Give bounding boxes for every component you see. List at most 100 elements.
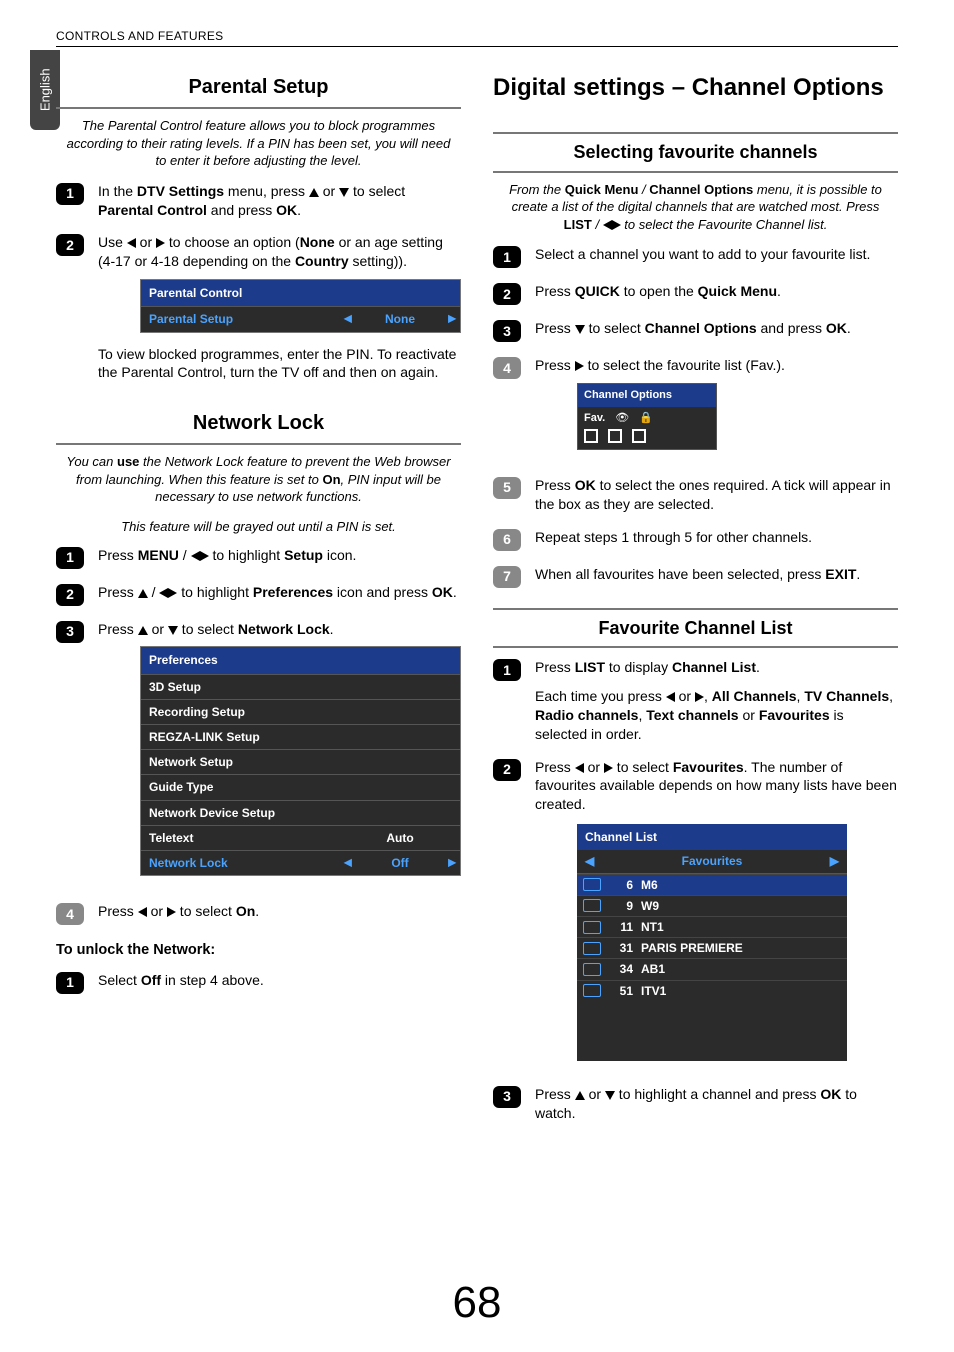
network-step-2: 2 Press / to highlight Preferences icon … [56,583,461,606]
osd-row-network-lock: Network Lock ◀ Off ▶ [141,850,460,875]
network-step-1: 1 Press MENU / to highlight Setup icon. [56,546,461,569]
up-icon [138,626,148,635]
step-badge-5: 5 [493,477,521,499]
list-step-1: 1 Press LIST to display Channel List. Ea… [493,658,898,744]
step-badge-3: 3 [56,621,84,643]
osd-preferences: Preferences 3D Setup Recording Setup REG… [140,646,461,876]
tv-icon [583,878,601,891]
left-icon [191,551,200,561]
fav-step-1: 1 Select a channel you want to add to yo… [493,245,898,268]
left-icon [666,692,675,702]
step-badge-3: 3 [493,320,521,342]
channel-row: 9W9 [577,895,847,916]
step-badge-2: 2 [56,234,84,256]
down-icon [605,1091,615,1100]
up-icon [575,1091,585,1100]
channel-row: 34AB1 [577,958,847,979]
step-badge-1: 1 [56,972,84,994]
osd-row: Network Device Setup [141,800,460,825]
osd-title: Preferences [141,647,460,673]
right-icon [575,361,584,371]
step-badge-4: 4 [56,903,84,925]
eye-icon: 👁 [615,411,629,426]
arrow-left-icon: ◀ [344,856,352,870]
down-icon [575,325,585,334]
up-icon [138,589,148,598]
down-icon [168,626,178,635]
parental-intro: The Parental Control feature allows you … [60,117,457,170]
right-icon [200,551,209,561]
step-badge-6: 6 [493,529,521,551]
osd-row-parental-setup: Parental Setup ◀ None ▶ [141,306,460,331]
heading-network-lock: Network Lock [56,396,461,445]
arrow-left-icon: ◀ [344,313,352,327]
network-step-4: 4 Press or to select On. [56,902,461,925]
checkbox-icon [584,429,598,443]
osd-channel-list: Channel List ◀ Favourites ▶ 6M6 9W9 11NT… [577,824,847,1061]
list-step-1-note: Each time you press or , All Channels, T… [535,687,898,744]
fav-label: Fav. [584,411,605,426]
right-icon [168,588,177,598]
osd-channel-options: Channel Options Fav. 👁 🔒 [577,383,717,450]
step-badge-1: 1 [493,246,521,268]
tv-icon [583,899,601,912]
right-icon [604,763,613,773]
osd-parental-control: Parental Control Parental Setup ◀ None ▶ [140,279,461,332]
heading-parental-setup: Parental Setup [56,60,461,109]
step-badge-3: 3 [493,1086,521,1108]
step-badge-1: 1 [493,659,521,681]
step-badge-7: 7 [493,566,521,588]
fav-step-3: 3 Press to select Channel Options and pr… [493,319,898,342]
osd-row: 3D Setup [141,674,460,699]
channel-row: 6M6 [577,874,847,895]
fav-step-4: 4 Press to select the favourite list (Fa… [493,356,898,462]
heading-selecting-favourites: Selecting favourite channels [493,132,898,172]
network-intro: You can use the Network Lock feature to … [60,453,457,506]
arrow-left-icon: ◀ [585,853,594,869]
left-icon [603,220,612,230]
step-badge-4: 4 [493,357,521,379]
left-column: Parental Setup The Parental Control feat… [56,60,461,1272]
fav-step-6: 6 Repeat steps 1 through 5 for other cha… [493,528,898,551]
parental-step-1: 1 In the DTV Settings menu, press or to … [56,182,461,220]
left-icon [575,763,584,773]
arrow-right-icon: ▶ [448,856,456,870]
fav-step-2: 2 Press QUICK to open the Quick Menu. [493,282,898,305]
up-icon [309,188,319,197]
unlock-heading: To unlock the Network: [56,941,461,961]
arrow-right-icon: ▶ [448,313,456,327]
step-badge-2: 2 [493,759,521,781]
right-icon [612,220,621,230]
fav-step-7: 7 When all favourites have been selected… [493,565,898,588]
parental-step-1-body: In the DTV Settings menu, press or to se… [98,182,461,220]
heading-fav-channel-list: Favourite Channel List [493,608,898,648]
channel-row: 11NT1 [577,916,847,937]
lock-icon: 🔒 [639,411,653,426]
down-icon [339,188,349,197]
arrow-right-icon: ▶ [830,853,839,869]
osd-row: Network Setup [141,749,460,774]
heading-digital-settings: Digital settings – Channel Options [493,60,898,112]
page-body: Parental Setup The Parental Control feat… [56,60,898,1272]
tv-icon [583,984,601,997]
channel-row: 51ITV1 [577,980,847,1001]
checkbox-icon [632,429,646,443]
fav-intro: From the Quick Menu / Channel Options me… [497,181,894,234]
page-header: CONTROLS AND FEATURES [56,28,898,47]
tv-icon [583,963,601,976]
right-icon [167,907,176,917]
osd-row: REGZA-LINK Setup [141,724,460,749]
osd-title: Parental Control [141,280,460,306]
tv-icon [583,921,601,934]
osd-row: Guide Type [141,774,460,799]
left-icon [159,588,168,598]
channel-list-category: ◀ Favourites ▶ [577,850,847,873]
step-badge-1: 1 [56,183,84,205]
parental-step-2: 2 Use or to choose an option (None or an… [56,233,461,382]
left-icon [138,907,147,917]
network-step-3: 3 Press or to select Network Lock. Prefe… [56,620,461,889]
checkbox-icon [608,429,622,443]
tv-icon [583,942,601,955]
step-badge-1: 1 [56,547,84,569]
list-step-2: 2 Press or to select Favourites. The num… [493,758,898,1071]
